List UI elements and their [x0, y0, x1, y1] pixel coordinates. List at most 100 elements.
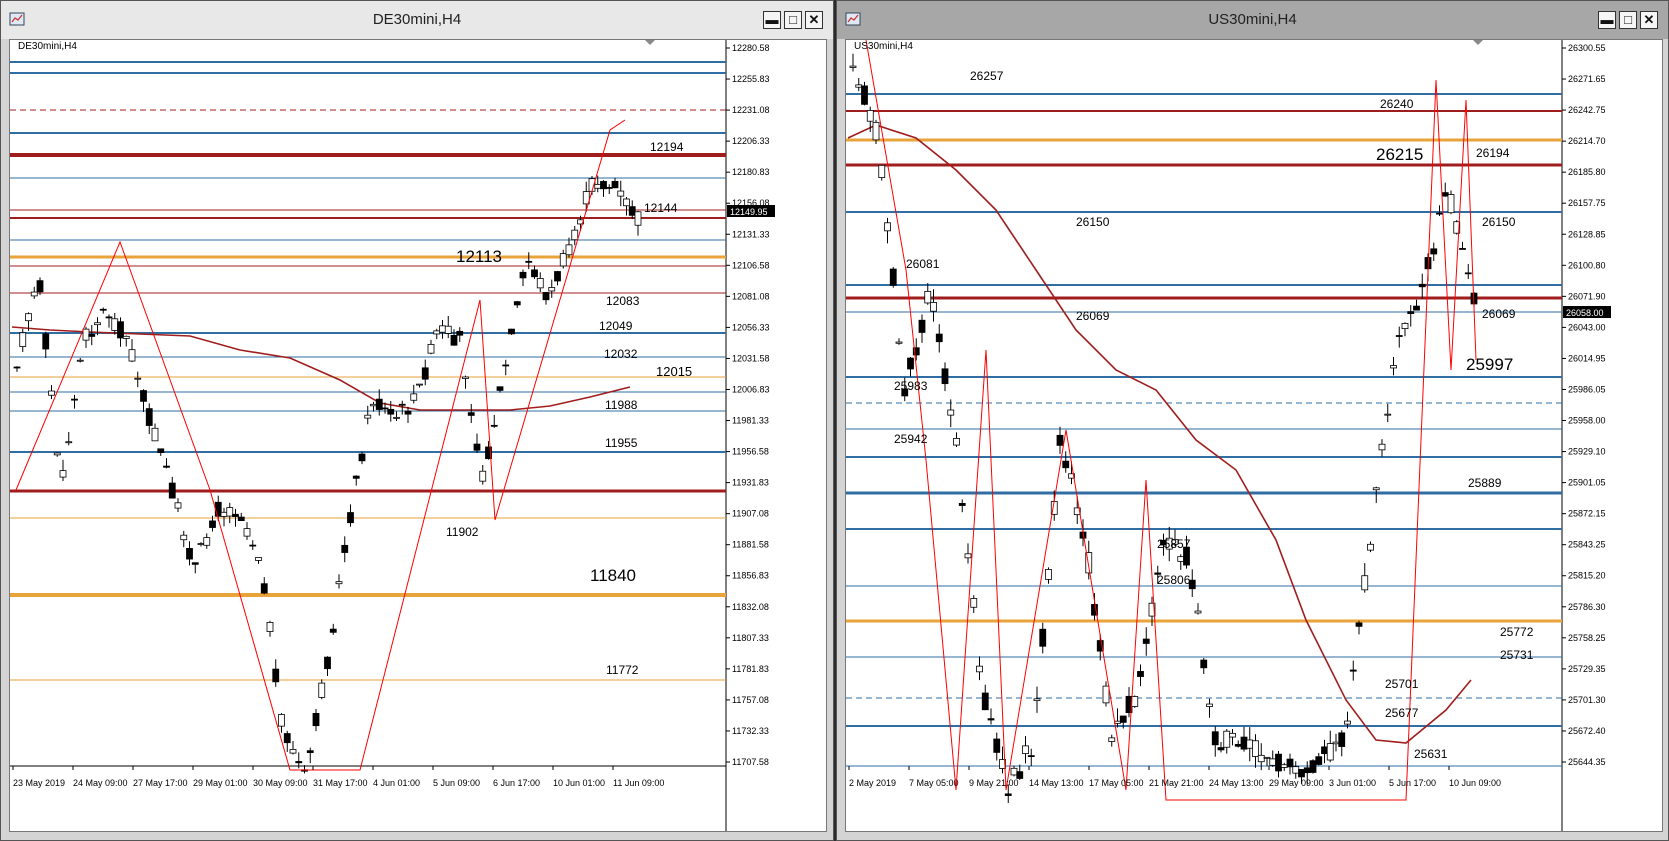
- candle-body: [941, 368, 949, 385]
- price-tick-label: 12081.08: [732, 291, 770, 301]
- level-price-label: 25806: [1157, 573, 1191, 587]
- candle-body: [594, 183, 602, 189]
- de30-chart-window[interactable]: DE30mini,H4 ▬ □ ✕ 12280.58 12255.83 12231.…: [0, 0, 834, 841]
- candle-body: [1252, 740, 1259, 757]
- minimize-button[interactable]: ▬: [1598, 11, 1616, 29]
- chart-canvas[interactable]: 26300.55 26271.65 26242.75 26214.70 26185.80…: [846, 40, 1662, 831]
- price-tick-label: 12180.83: [732, 167, 770, 177]
- candle-body: [289, 749, 297, 754]
- price-tick-label: 12031.58: [732, 353, 770, 363]
- level-price-label: 11988: [605, 398, 638, 412]
- level-price-label: 26257: [970, 69, 1004, 83]
- candle-body: [324, 656, 331, 670]
- candle-body: [145, 408, 153, 426]
- moving-average-line: [11, 326, 631, 411]
- candle-body: [617, 190, 625, 197]
- candle-body: [1027, 755, 1035, 757]
- level-price-label: 25983: [894, 379, 928, 393]
- candle-body: [1114, 720, 1121, 724]
- candle-body: [1269, 758, 1277, 766]
- candle-body: [1407, 311, 1415, 314]
- time-tick-label: 6 Jun 17:00: [493, 778, 540, 788]
- level-price-label: 12032: [604, 347, 638, 361]
- time-tick-label: 14 May 13:00: [1029, 778, 1084, 788]
- candle-body: [134, 377, 142, 380]
- current-price-label: 12149.95: [730, 207, 768, 217]
- candle-body: [519, 271, 527, 279]
- candle-body: [1280, 764, 1288, 768]
- price-chart[interactable]: 26300.55 26271.65 26242.75 26214.70 26185.80…: [845, 39, 1663, 832]
- time-tick-label: 5 Jun 17:00: [1389, 778, 1436, 788]
- candle-body: [462, 376, 469, 379]
- candle-body: [71, 398, 78, 401]
- candle-body: [1349, 669, 1357, 672]
- candle-body: [872, 121, 880, 141]
- candle-body: [970, 598, 978, 608]
- level-price-label: 12015: [656, 364, 692, 379]
- maximize-button[interactable]: □: [784, 11, 802, 29]
- candle-body: [364, 414, 372, 419]
- candle-body: [381, 407, 389, 410]
- minimize-button[interactable]: ▬: [763, 11, 781, 29]
- candle-body: [237, 516, 245, 521]
- candle-body: [1430, 248, 1438, 255]
- candle-body: [993, 738, 1001, 753]
- price-tick-label: 25786.30: [1568, 602, 1606, 612]
- price-tick-label: 12006.83: [732, 384, 770, 394]
- candle-body: [1257, 754, 1265, 763]
- candle-body: [600, 181, 607, 190]
- price-chart[interactable]: 12280.58 12255.83 12231.08 12206.33 12180.83…: [9, 39, 827, 832]
- price-tick-label: 12056.33: [732, 322, 770, 332]
- price-tick-label: 25815.20: [1568, 571, 1606, 581]
- close-button[interactable]: ✕: [1640, 11, 1658, 29]
- candle-body: [565, 244, 573, 256]
- time-tick-label: 21 May 21:00: [1149, 778, 1204, 788]
- candle-body: [542, 292, 550, 301]
- level-price-label: 12113: [456, 247, 502, 266]
- candle-body: [1056, 434, 1064, 446]
- candle-body: [306, 750, 314, 754]
- us30-chart-window[interactable]: US30mini,H4 ▬ □ ✕ 26300.55 26271.65 26242.…: [836, 0, 1669, 841]
- candle-body: [496, 386, 504, 391]
- level-price-label: 12144: [644, 201, 678, 215]
- candle-body: [341, 544, 349, 553]
- candle-body: [1355, 622, 1363, 627]
- candle-body: [278, 714, 285, 727]
- price-tick-label: 26242.75: [1568, 105, 1606, 115]
- close-button[interactable]: ✕: [805, 11, 823, 29]
- price-tick-label: 25872.15: [1568, 509, 1606, 519]
- candle-body: [605, 187, 613, 189]
- level-price-label: 25731: [1500, 648, 1534, 662]
- price-tick-label: 11931.83: [732, 478, 769, 488]
- candle-body: [186, 548, 193, 560]
- level-price-label: 25631: [1414, 747, 1448, 761]
- candle-body: [1108, 737, 1116, 742]
- price-tick-label: 25843.25: [1568, 540, 1606, 550]
- candle-body: [1315, 756, 1323, 765]
- candle-body: [1033, 698, 1041, 702]
- time-tick-label: 17 May 05:00: [1089, 778, 1144, 788]
- candle-body: [122, 335, 130, 339]
- candle-body: [571, 229, 579, 241]
- candle-body: [1390, 365, 1397, 369]
- candle-body: [358, 453, 366, 462]
- candle-body: [197, 543, 205, 545]
- candle-body: [214, 501, 222, 517]
- candle-body: [1102, 685, 1110, 704]
- window-titlebar[interactable]: US30mini,H4 ▬ □ ✕: [837, 1, 1668, 39]
- candle-body: [634, 211, 642, 226]
- candle-body: [48, 390, 55, 396]
- price-tick-label: 12131.33: [732, 229, 770, 239]
- candle-body: [473, 443, 481, 451]
- window-titlebar[interactable]: DE30mini,H4 ▬ □ ✕: [1, 1, 833, 39]
- maximize-button[interactable]: □: [1619, 11, 1637, 29]
- chart-canvas[interactable]: 12280.58 12255.83 12231.08 12206.33 12180.83…: [10, 40, 826, 831]
- level-price-label: 26150: [1076, 215, 1110, 229]
- price-tick-label: 25758.25: [1568, 633, 1606, 643]
- candle-body: [191, 562, 199, 565]
- price-tick-label: 11907.08: [732, 509, 769, 519]
- price-tick-label: 26271.65: [1568, 74, 1606, 84]
- level-price-label: 25677: [1385, 706, 1419, 720]
- candle-body: [163, 465, 170, 468]
- candle-body: [1298, 769, 1305, 778]
